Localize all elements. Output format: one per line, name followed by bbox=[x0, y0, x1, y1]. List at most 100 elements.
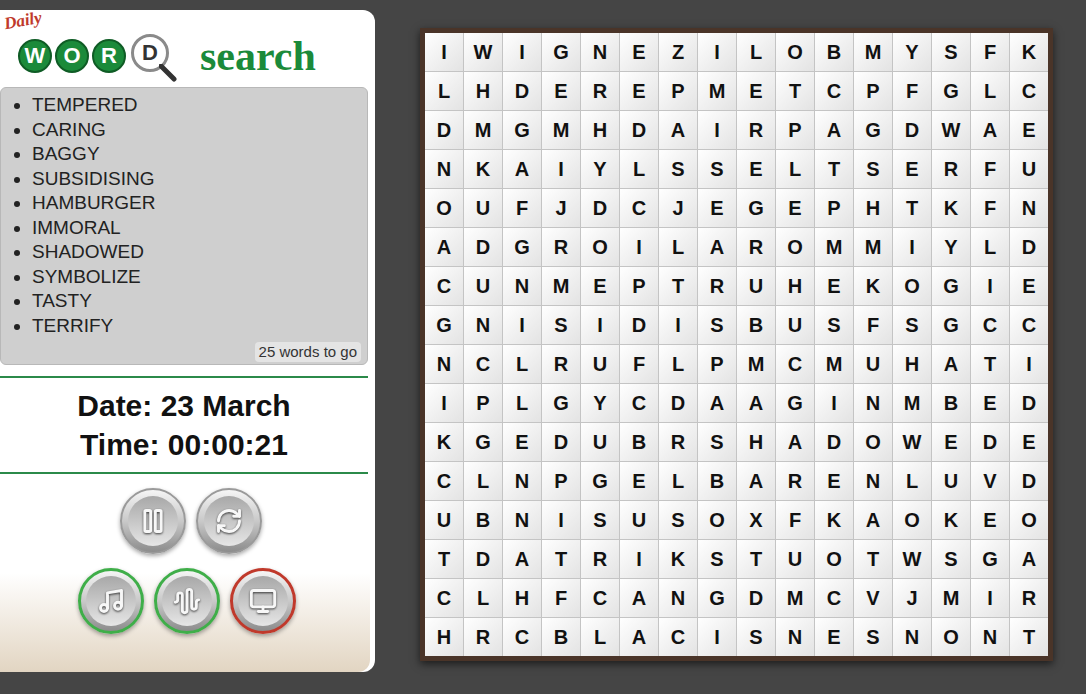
letter-cell[interactable]: M bbox=[737, 345, 775, 383]
letter-cell[interactable]: S bbox=[854, 150, 892, 188]
letter-cell[interactable]: S bbox=[698, 306, 736, 344]
letter-cell[interactable]: M bbox=[698, 72, 736, 110]
letter-cell[interactable]: R bbox=[659, 423, 697, 461]
letter-cell[interactable]: D bbox=[893, 111, 931, 149]
letter-cell[interactable]: D bbox=[464, 228, 502, 266]
letter-cell[interactable]: U bbox=[776, 540, 814, 578]
letter-cell[interactable]: V bbox=[971, 462, 1009, 500]
letter-cell[interactable]: K bbox=[425, 423, 463, 461]
letter-cell[interactable]: U bbox=[620, 501, 658, 539]
letter-cell[interactable]: B bbox=[815, 33, 853, 71]
letter-cell[interactable]: L bbox=[971, 228, 1009, 266]
letter-cell[interactable]: O bbox=[776, 33, 814, 71]
letter-cell[interactable]: F bbox=[893, 72, 931, 110]
letter-cell[interactable]: R bbox=[1010, 579, 1048, 617]
letter-cell[interactable]: G bbox=[503, 111, 541, 149]
letter-cell[interactable]: M bbox=[854, 33, 892, 71]
letter-cell[interactable]: U bbox=[425, 501, 463, 539]
letter-cell[interactable]: S bbox=[815, 306, 853, 344]
letter-cell[interactable]: R bbox=[698, 267, 736, 305]
letter-cell[interactable]: I bbox=[503, 33, 541, 71]
letter-cell[interactable]: N bbox=[503, 267, 541, 305]
letter-cell[interactable]: E bbox=[503, 423, 541, 461]
letter-cell[interactable]: E bbox=[620, 72, 658, 110]
letter-cell[interactable]: B bbox=[737, 306, 775, 344]
letter-cell[interactable]: D bbox=[503, 72, 541, 110]
letter-cell[interactable]: U bbox=[581, 423, 619, 461]
letter-cell[interactable]: D bbox=[464, 540, 502, 578]
music-button[interactable] bbox=[78, 568, 144, 634]
letter-cell[interactable]: E bbox=[932, 423, 970, 461]
letter-cell[interactable]: O bbox=[893, 267, 931, 305]
letter-cell[interactable]: C bbox=[464, 345, 502, 383]
letter-cell[interactable]: R bbox=[737, 111, 775, 149]
letter-cell[interactable]: L bbox=[503, 384, 541, 422]
letter-cell[interactable]: M bbox=[932, 579, 970, 617]
letter-cell[interactable]: N bbox=[854, 384, 892, 422]
letter-cell[interactable]: W bbox=[464, 33, 502, 71]
letter-cell[interactable]: C bbox=[620, 189, 658, 227]
letter-cell[interactable]: L bbox=[503, 345, 541, 383]
refresh-button[interactable] bbox=[196, 488, 262, 554]
letter-cell[interactable]: G bbox=[542, 33, 580, 71]
letter-cell[interactable]: U bbox=[737, 267, 775, 305]
letter-cell[interactable]: G bbox=[854, 111, 892, 149]
letter-cell[interactable]: K bbox=[464, 150, 502, 188]
letter-cell[interactable]: D bbox=[425, 111, 463, 149]
letter-cell[interactable]: J bbox=[542, 189, 580, 227]
letter-cell[interactable]: T bbox=[542, 540, 580, 578]
letter-cell[interactable]: Y bbox=[893, 33, 931, 71]
letter-cell[interactable]: M bbox=[542, 111, 580, 149]
letter-cell[interactable]: T bbox=[893, 189, 931, 227]
letter-cell[interactable]: M bbox=[464, 111, 502, 149]
letter-cell[interactable]: E bbox=[776, 189, 814, 227]
letter-cell[interactable]: C bbox=[1010, 306, 1048, 344]
letter-cell[interactable]: N bbox=[1010, 189, 1048, 227]
letter-cell[interactable]: A bbox=[1010, 540, 1048, 578]
letter-cell[interactable]: I bbox=[581, 306, 619, 344]
letter-cell[interactable]: S bbox=[698, 423, 736, 461]
letter-cell[interactable]: T bbox=[815, 150, 853, 188]
letter-cell[interactable]: R bbox=[581, 72, 619, 110]
letter-cell[interactable]: G bbox=[932, 306, 970, 344]
letter-cell[interactable]: R bbox=[542, 228, 580, 266]
letter-cell[interactable]: Y bbox=[581, 384, 619, 422]
letter-cell[interactable]: I bbox=[971, 579, 1009, 617]
letter-cell[interactable]: F bbox=[854, 306, 892, 344]
letter-cell[interactable]: T bbox=[1010, 618, 1048, 656]
letter-cell[interactable]: U bbox=[776, 306, 814, 344]
letter-cell[interactable]: P bbox=[854, 72, 892, 110]
letter-cell[interactable]: G bbox=[698, 579, 736, 617]
letter-cell[interactable]: S bbox=[581, 501, 619, 539]
letter-cell[interactable]: J bbox=[893, 579, 931, 617]
letter-cell[interactable]: N bbox=[581, 33, 619, 71]
letter-cell[interactable]: R bbox=[776, 462, 814, 500]
letter-cell[interactable]: L bbox=[581, 618, 619, 656]
letter-cell[interactable]: S bbox=[698, 150, 736, 188]
letter-cell[interactable]: A bbox=[854, 501, 892, 539]
letter-cell[interactable]: L bbox=[620, 150, 658, 188]
letter-cell[interactable]: E bbox=[1010, 267, 1048, 305]
letter-cell[interactable]: A bbox=[503, 540, 541, 578]
letter-cell[interactable]: G bbox=[776, 384, 814, 422]
letter-cell[interactable]: H bbox=[737, 423, 775, 461]
letter-cell[interactable]: N bbox=[893, 618, 931, 656]
letter-cell[interactable]: G bbox=[581, 462, 619, 500]
letter-cell[interactable]: G bbox=[737, 189, 775, 227]
letter-cell[interactable]: L bbox=[971, 72, 1009, 110]
letter-cell[interactable]: K bbox=[932, 501, 970, 539]
letter-cell[interactable]: S bbox=[659, 501, 697, 539]
letter-cell[interactable]: D bbox=[815, 423, 853, 461]
letter-cell[interactable]: T bbox=[854, 540, 892, 578]
letter-cell[interactable]: U bbox=[464, 267, 502, 305]
letter-cell[interactable]: O bbox=[815, 540, 853, 578]
letter-cell[interactable]: H bbox=[854, 189, 892, 227]
letter-cell[interactable]: S bbox=[659, 150, 697, 188]
letter-cell[interactable]: S bbox=[854, 618, 892, 656]
letter-cell[interactable]: D bbox=[1010, 462, 1048, 500]
letter-cell[interactable]: W bbox=[932, 111, 970, 149]
letter-cell[interactable]: U bbox=[464, 189, 502, 227]
letter-cell[interactable]: M bbox=[776, 579, 814, 617]
letter-cell[interactable]: K bbox=[1010, 33, 1048, 71]
letter-cell[interactable]: D bbox=[1010, 228, 1048, 266]
